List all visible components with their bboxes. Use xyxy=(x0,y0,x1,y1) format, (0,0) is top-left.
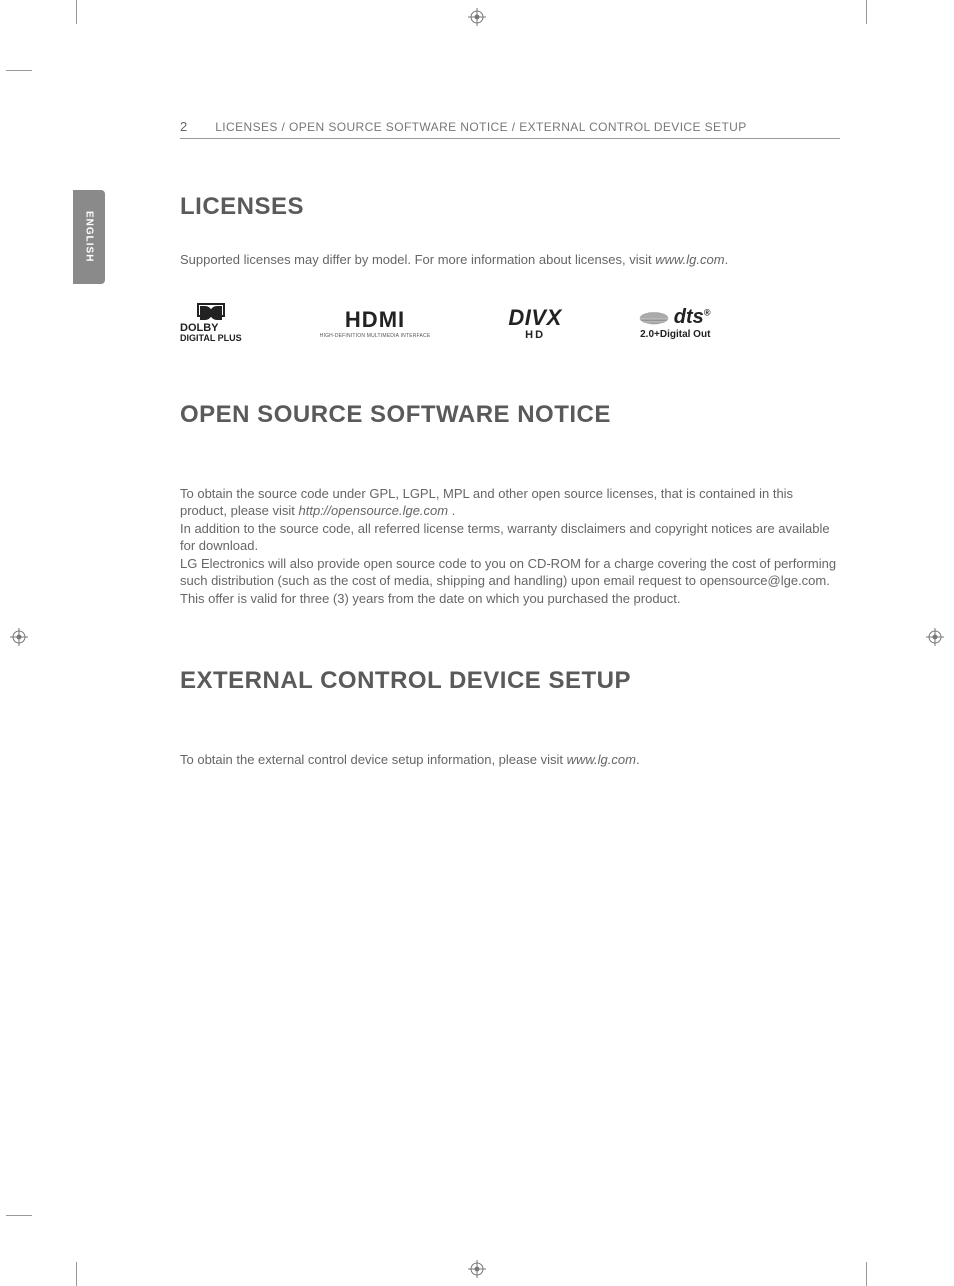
external-p-link: www.lg.com xyxy=(567,752,636,767)
dolby-line2: DIGITAL PLUS xyxy=(180,334,242,343)
page-content: 2 LICENSES / OPEN SOURCE SOFTWARE NOTICE… xyxy=(180,119,840,769)
hdmi-main: HDMI xyxy=(345,307,405,333)
language-label: ENGLISH xyxy=(84,211,95,262)
crop-mark xyxy=(76,0,77,24)
divx-main: DIVX xyxy=(508,305,561,331)
external-p-post: . xyxy=(636,752,640,767)
licenses-intro-post: . xyxy=(725,252,729,267)
dts-trademark: ® xyxy=(704,307,711,317)
dts-disc-icon xyxy=(636,312,671,324)
dts-logo: dts® 2.0+Digital Out xyxy=(640,303,711,343)
oss-p1-pre: To obtain the source code under GPL, LGP… xyxy=(180,486,793,519)
license-logos-row: DOLBY DIGITAL PLUS HDMI HIGH-DEFINITION … xyxy=(180,303,840,343)
page-number: 2 xyxy=(180,119,187,134)
dolby-logo: DOLBY DIGITAL PLUS xyxy=(180,303,242,343)
dts-main: dts® xyxy=(674,306,711,329)
licenses-heading: LICENSES xyxy=(180,193,840,221)
header-title: LICENSES / OPEN SOURCE SOFTWARE NOTICE /… xyxy=(215,120,746,134)
divx-logo: DIVX HD xyxy=(508,303,561,343)
running-header: 2 LICENSES / OPEN SOURCE SOFTWARE NOTICE… xyxy=(180,119,840,139)
dolby-mark-icon xyxy=(197,303,225,317)
licenses-intro-link: www.lg.com xyxy=(655,252,724,267)
dolby-line1: DOLBY xyxy=(180,322,219,334)
hdmi-logo: HDMI HIGH-DEFINITION MULTIMEDIA INTERFAC… xyxy=(320,303,431,343)
registration-mark-icon xyxy=(468,1260,486,1278)
oss-p1-link: http://opensource.lge.com xyxy=(299,503,449,518)
divx-sub: HD xyxy=(525,329,545,341)
dolby-text: DOLBY DIGITAL PLUS xyxy=(180,323,242,343)
registration-mark-icon xyxy=(468,8,486,26)
registration-mark-icon xyxy=(926,628,944,646)
crop-mark xyxy=(76,1262,77,1286)
hdmi-sub: HIGH-DEFINITION MULTIMEDIA INTERFACE xyxy=(320,333,431,339)
oss-p1-post: . xyxy=(448,503,455,518)
oss-paragraph-3: LG Electronics will also provide open so… xyxy=(180,555,840,608)
crop-mark xyxy=(866,1262,867,1286)
external-p-pre: To obtain the external control device se… xyxy=(180,752,567,767)
oss-paragraph-2: In addition to the source code, all refe… xyxy=(180,520,840,555)
dts-sub: 2.0+Digital Out xyxy=(640,329,710,340)
external-paragraph: To obtain the external control device se… xyxy=(180,751,840,769)
language-tab: ENGLISH xyxy=(73,190,105,284)
crop-mark xyxy=(866,0,867,24)
external-heading: EXTERNAL CONTROL DEVICE SETUP xyxy=(180,667,840,695)
registration-mark-icon xyxy=(10,628,28,646)
crop-mark xyxy=(6,70,32,71)
crop-mark xyxy=(6,1215,32,1216)
licenses-intro-text: Supported licenses may differ by model. … xyxy=(180,252,655,267)
licenses-intro: Supported licenses may differ by model. … xyxy=(180,251,840,269)
oss-paragraph-1: To obtain the source code under GPL, LGP… xyxy=(180,485,840,520)
oss-heading: OPEN SOURCE SOFTWARE NOTICE xyxy=(180,401,840,429)
